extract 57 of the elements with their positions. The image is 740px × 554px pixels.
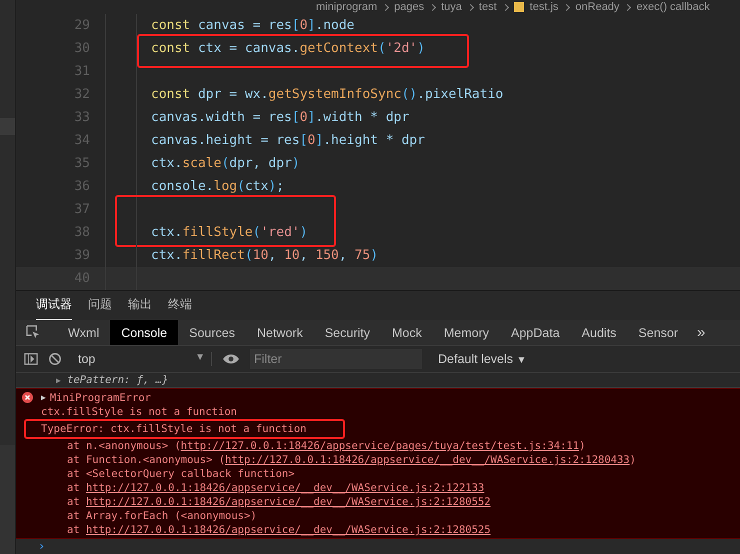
code-line: console.log(ctx); <box>151 179 284 194</box>
filter-field[interactable]: Filter <box>250 349 422 369</box>
breadcrumb-item[interactable]: tuya <box>441 1 462 13</box>
devtools-tab[interactable]: Wxml <box>57 320 110 345</box>
code-line: ctx.scale(dpr, dpr) <box>151 156 300 171</box>
code-line: const dpr = wx.getSystemInfoSync().pixelRatio <box>151 87 504 102</box>
breadcrumb-item[interactable]: miniprogram <box>316 1 378 13</box>
source-link[interactable]: http://127.0.0.1:18426/appservice/__dev__/WAService.js:2:1280433 <box>225 454 630 466</box>
stack-trace-line: at http://127.0.0.1:18426/appservice/__dev__/WAService.js:2:1280525 <box>66 523 492 537</box>
code-line: const canvas = res[0].node <box>151 18 355 33</box>
code-line: const ctx = canvas.getContext('2d') <box>151 41 425 56</box>
side-panel-item <box>0 118 15 135</box>
levels-dropdown[interactable]: Default levels ▼ <box>432 351 532 367</box>
stack-trace-line: at <SelectorQuery callback function> <box>66 467 296 481</box>
panel-tab[interactable]: 输出 <box>128 296 152 320</box>
devtools-tab[interactable]: Security <box>314 320 381 345</box>
devtools-tab[interactable]: Network <box>246 320 314 345</box>
sidebar-toggle-icon[interactable] <box>24 352 38 366</box>
clear-console-icon[interactable] <box>48 352 62 366</box>
breadcrumb-item[interactable]: test.js <box>530 1 558 13</box>
source-link[interactable]: http://127.0.0.1:18426/appservice/pages/tuya/test/test.js:34:11 <box>180 440 580 452</box>
devtools-tab[interactable]: Console <box>110 320 178 345</box>
eye-icon[interactable] <box>222 353 240 365</box>
devtools-tab[interactable]: Sensor <box>627 320 690 345</box>
source-link[interactable]: http://127.0.0.1:18426/appservice/__dev__/WAService.js:2:1280525 <box>86 524 491 536</box>
devtools-tab[interactable]: Mock <box>380 320 433 345</box>
code-line: ctx.fillRect(10, 10, 150, 75) <box>151 248 378 263</box>
devtools-tab[interactable]: Sources <box>178 320 246 345</box>
breadcrumb-item[interactable]: pages <box>394 1 424 13</box>
stack-trace-line: at Function.<anonymous> (http://127.0.0.1:18426/appservice/__dev__/WAService.js:2:1280433) <box>66 453 637 467</box>
console-prompt[interactable]: › <box>38 539 46 553</box>
stack-trace-line: at n.<anonymous> (http://127.0.0.1:18426/appservice/pages/tuya/test/test.js:34:11) <box>66 439 586 453</box>
devtools-tab[interactable]: AppData <box>500 320 571 345</box>
breadcrumb-item[interactable]: exec() callback <box>636 1 710 13</box>
code-line: canvas.width = res[0].width * dpr <box>151 110 410 125</box>
expand-toggle[interactable]: ▶ <box>41 393 46 402</box>
code-line: canvas.height = res[0].height * dpr <box>151 133 425 148</box>
context-dropdown[interactable]: top ▼ <box>72 352 212 366</box>
stack-trace-line: at http://127.0.0.1:18426/appservice/__dev__/WAService.js:2:122133 <box>66 481 486 495</box>
stack-trace-line: at http://127.0.0.1:18426/appservice/__dev__/WAService.js:2:1280552 <box>66 495 492 509</box>
breadcrumb-item[interactable]: test <box>478 1 497 13</box>
panel-tab[interactable]: 问题 <box>88 296 112 320</box>
panel-tab[interactable]: 终端 <box>168 296 192 320</box>
error-icon <box>22 392 33 403</box>
js-file-icon <box>514 2 524 12</box>
error-message: TypeError: ctx.fillStyle is not a function <box>41 423 307 435</box>
source-link[interactable]: http://127.0.0.1:18426/appservice/__dev__/WAService.js:2:1280552 <box>86 496 491 508</box>
devtools-tab[interactable]: Memory <box>432 320 500 345</box>
more-tabs-button[interactable]: » <box>689 320 714 345</box>
source-link[interactable]: http://127.0.0.1:18426/appservice/__dev__/WAService.js:2:122133 <box>86 482 484 494</box>
error-title: MiniProgramError <box>50 392 151 404</box>
breadcrumb-item[interactable]: onReady <box>575 1 620 13</box>
code-line: ctx.fillStyle('red') <box>151 225 308 240</box>
error-message: ctx.fillStyle is not a function <box>41 406 237 418</box>
stack-trace-line: at Array.forEach (<anonymous>) <box>66 509 258 523</box>
devtools-tab[interactable]: Audits <box>570 320 628 345</box>
inspect-icon[interactable] <box>26 325 41 340</box>
